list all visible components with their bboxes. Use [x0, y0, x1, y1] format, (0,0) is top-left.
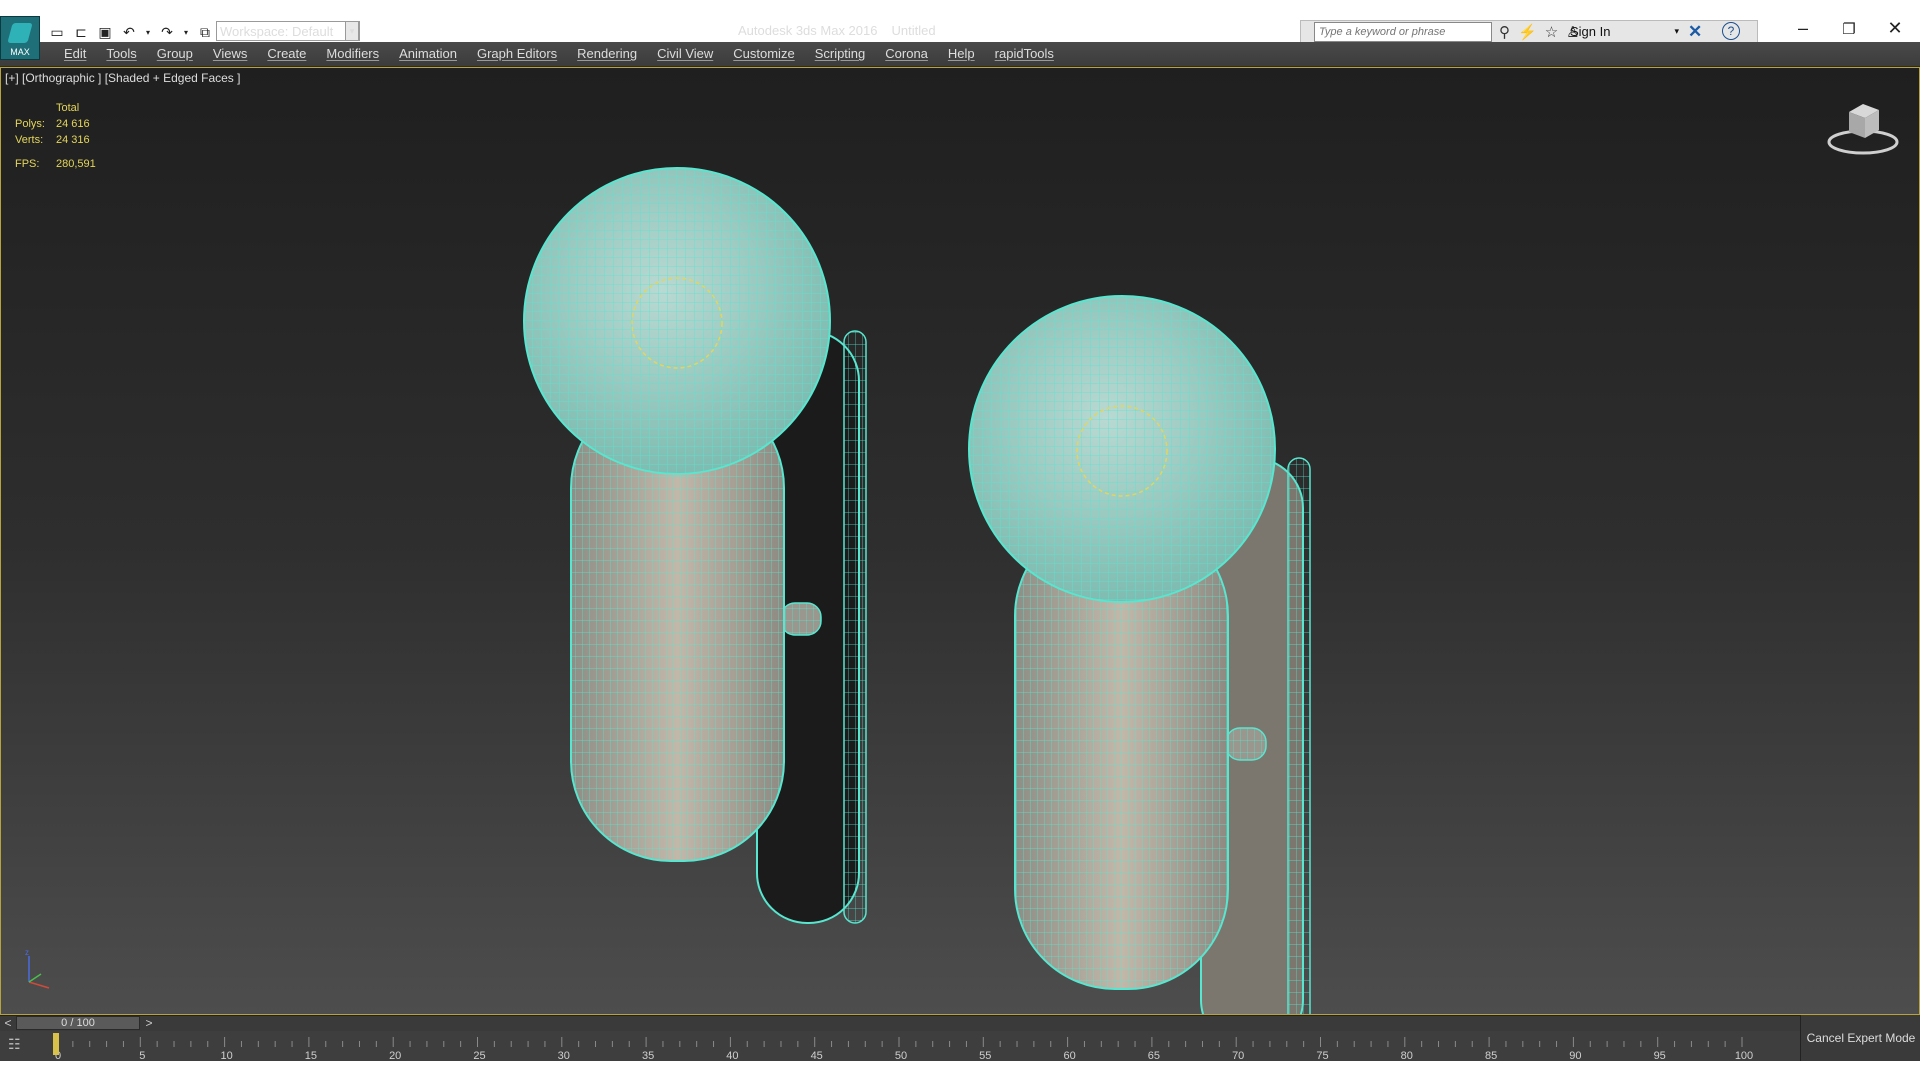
- menu-civil-view[interactable]: Civil View: [647, 46, 723, 61]
- undo-icon[interactable]: ↶: [120, 23, 138, 41]
- status-bar: [0, 1061, 1920, 1080]
- redo-icon[interactable]: ↷: [158, 23, 176, 41]
- customize-qat-icon[interactable]: ▾: [345, 21, 359, 41]
- quick-access-toolbar: ▭ ⊏ ▣ ↶ ▾ ↷ ▾ ⧉: [48, 22, 214, 42]
- search-input[interactable]: [1314, 22, 1492, 42]
- menu-rapidtools[interactable]: rapidTools: [985, 46, 1064, 61]
- menu-bar: Edit Tools Group Views Create Modifiers Animat…: [0, 42, 1920, 67]
- menu-help[interactable]: Help: [938, 46, 985, 61]
- save-icon[interactable]: ▣: [96, 23, 114, 41]
- binoculars-icon[interactable]: ⚲: [1499, 23, 1510, 41]
- cancel-expert-label: Cancel Expert Mode: [1806, 1031, 1916, 1045]
- workspace-label: Workspace: Default: [220, 23, 334, 39]
- lamp-model-left[interactable]: [523, 167, 867, 924]
- ruler-tick-label: 80: [1401, 1050, 1413, 1061]
- scene-geometry: [523, 167, 1311, 1015]
- menu-create[interactable]: Create: [257, 46, 316, 61]
- bulb-sphere-right: [968, 295, 1276, 603]
- app-title: Autodesk 3ds Max 2016: [738, 23, 878, 38]
- document-name: Untitled: [891, 23, 936, 38]
- menu-scripting[interactable]: Scripting: [805, 46, 876, 61]
- help-icon[interactable]: ?: [1722, 22, 1740, 40]
- ruler-tick-label: 5: [139, 1050, 145, 1061]
- ruler-tick-label: 20: [389, 1050, 401, 1061]
- menu-corona[interactable]: Corona: [875, 46, 938, 61]
- ruler-tick-label: 55: [979, 1050, 991, 1061]
- exchange-apps-icon[interactable]: ✕: [1688, 22, 1702, 42]
- menu-views[interactable]: Views: [203, 46, 257, 61]
- time-slider-bar: < 0 / 100 >: [0, 1015, 1920, 1031]
- menu-modifiers[interactable]: Modifiers: [316, 46, 389, 61]
- ruler-tick-label: 30: [558, 1050, 570, 1061]
- ruler-tick-label: 90: [1569, 1050, 1581, 1061]
- minimize-icon[interactable]: –: [1783, 18, 1823, 39]
- menu-tools[interactable]: Tools: [96, 46, 146, 61]
- ruler-tick-label: 35: [642, 1050, 654, 1061]
- lamp-model-right[interactable]: [968, 295, 1311, 1015]
- viewcube-icon[interactable]: [1825, 98, 1901, 158]
- viewport-orthographic[interactable]: [+] [Orthographic ] [Shaded + Edged Face…: [0, 67, 1920, 1015]
- ruler-tick-label: 60: [1063, 1050, 1075, 1061]
- ruler-tick-label: 10: [220, 1050, 232, 1061]
- mount-knob-right: [1225, 727, 1267, 761]
- mount-knob-left: [780, 602, 822, 636]
- sign-in-label: Sign In: [1570, 24, 1611, 39]
- ruler-tick-label: 45: [811, 1050, 823, 1061]
- menu-customize[interactable]: Customize: [723, 46, 804, 61]
- menu-group[interactable]: Group: [147, 46, 203, 61]
- favorites-star-icon[interactable]: ☆: [1545, 23, 1558, 41]
- communication-center-icon[interactable]: ⚡: [1518, 23, 1537, 41]
- timeline-toggle-icon[interactable]: ☷: [8, 1036, 32, 1056]
- bulb-sphere-left: [523, 167, 831, 475]
- redo-dropdown-icon[interactable]: ▾: [182, 23, 190, 41]
- ruler-tick-label: 15: [305, 1050, 317, 1061]
- ruler-tick-label: 70: [1232, 1050, 1244, 1061]
- ruler-tick-label: 65: [1148, 1050, 1160, 1061]
- next-frame-button[interactable]: >: [142, 1016, 156, 1030]
- current-frame-marker[interactable]: [53, 1033, 59, 1055]
- ruler-tick-label: 75: [1316, 1050, 1328, 1061]
- max-logo-icon: [7, 23, 33, 43]
- menu-animation[interactable]: Animation: [389, 46, 467, 61]
- undo-dropdown-icon[interactable]: ▾: [144, 23, 152, 41]
- track-bar[interactable]: 0 5 10 15 20 25 30 35 40 45 50 55 60 65 70 75 80 85 90 95 10…: [0, 1031, 1800, 1061]
- sign-in-button[interactable]: Sign In ▾: [1570, 24, 1679, 39]
- application-button[interactable]: MAX: [0, 16, 40, 60]
- menu-graph-editors[interactable]: Graph Editors: [467, 46, 567, 61]
- ruler-tick-label: 25: [473, 1050, 485, 1061]
- project-folder-icon[interactable]: ⧉: [196, 23, 214, 41]
- menu-edit[interactable]: Edit: [54, 46, 96, 61]
- open-file-icon[interactable]: ⊏: [72, 23, 90, 41]
- new-file-icon[interactable]: ▭: [48, 23, 66, 41]
- track-bar-ruler: 0 5 10 15 20 25 30 35 40 45 50 55 60 65 70 75 80 85 90 95 10…: [53, 1033, 1753, 1061]
- infocenter-icons: ⚲ ⚡ ☆ ♙: [1499, 23, 1580, 41]
- restore-icon[interactable]: ❐: [1829, 20, 1869, 38]
- frame-counter: 0 / 100: [61, 1017, 95, 1029]
- ruler-tick-label: 95: [1654, 1050, 1666, 1061]
- logo-label: MAX: [10, 47, 30, 57]
- menu-items: Edit Tools Group Views Create Modifiers Animat…: [54, 46, 1064, 61]
- window-title: Autodesk 3ds Max 2016 Untitled: [738, 23, 950, 38]
- workspace-dropdown[interactable]: Workspace: Default ▾: [216, 21, 360, 41]
- ruler-tick-label: 85: [1485, 1050, 1497, 1061]
- close-icon[interactable]: ✕: [1875, 18, 1915, 39]
- menu-rendering[interactable]: Rendering: [567, 46, 647, 61]
- ruler-tick-label: 50: [895, 1050, 907, 1061]
- ruler-tick-label: 100: [1735, 1050, 1753, 1061]
- ruler-tick-label: 40: [726, 1050, 738, 1061]
- chevron-down-icon: ▾: [1674, 26, 1680, 36]
- previous-frame-button[interactable]: <: [1, 1016, 15, 1030]
- cancel-expert-mode-button[interactable]: Cancel Expert Mode: [1800, 1015, 1920, 1061]
- axis-z-label: z: [25, 948, 29, 957]
- axis-tripod-icon: z: [25, 948, 50, 989]
- time-slider[interactable]: 0 / 100: [16, 1016, 140, 1030]
